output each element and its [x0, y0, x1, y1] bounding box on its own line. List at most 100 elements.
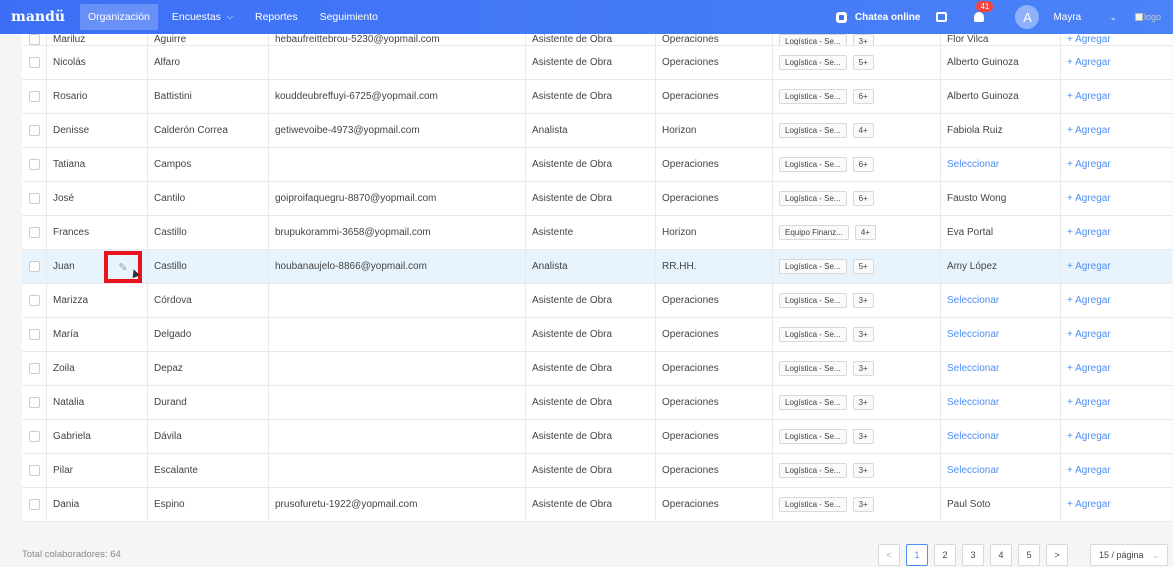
- add-button[interactable]: + Agregar: [1061, 182, 1172, 215]
- team-tag[interactable]: Logística - Se...: [779, 293, 847, 308]
- table-row[interactable]: Mariluz Aguirre hebaufreittebrou-5230@yopm…: [22, 34, 1172, 46]
- nav-organizacion[interactable]: Organización: [80, 4, 158, 30]
- table-row[interactable]: Zoila Depaz Asistente de Obra Operaciones Lo…: [22, 352, 1172, 386]
- more-teams-badge[interactable]: 3+: [852, 497, 874, 512]
- team-tag[interactable]: Logística - Se...: [779, 327, 847, 342]
- row-checkbox[interactable]: [28, 227, 40, 238]
- prev-page-button[interactable]: <: [878, 544, 900, 566]
- edit-name-button[interactable]: ✎: [104, 251, 142, 283]
- leader[interactable]: Seleccionar: [941, 386, 1061, 419]
- row-checkbox[interactable]: [28, 159, 40, 170]
- table-row[interactable]: Marizza Córdova Asistente de Obra Operacion…: [22, 284, 1172, 318]
- team-tag[interactable]: Logística - Se...: [779, 157, 847, 172]
- page-button-3[interactable]: 3: [962, 544, 984, 566]
- more-teams-badge[interactable]: 4+: [854, 225, 876, 240]
- team-tag[interactable]: Logística - Se...: [779, 123, 847, 138]
- app-logo[interactable]: mandü: [0, 9, 80, 25]
- chevron-down-icon[interactable]: ⌄: [1109, 12, 1117, 23]
- notifications-button[interactable]: 41: [973, 1, 994, 23]
- leader[interactable]: Seleccionar: [941, 352, 1061, 385]
- row-checkbox[interactable]: [28, 193, 40, 204]
- gift-icon[interactable]: [936, 12, 948, 22]
- table-row[interactable]: María Delgado Asistente de Obra Operaciones…: [22, 318, 1172, 352]
- more-teams-badge[interactable]: 3+: [852, 395, 874, 410]
- team-tag[interactable]: Logística - Se...: [779, 89, 847, 104]
- next-page-button[interactable]: >: [1046, 544, 1068, 566]
- row-checkbox[interactable]: [28, 125, 40, 136]
- leader[interactable]: Seleccionar: [941, 454, 1061, 487]
- row-checkbox[interactable]: [28, 34, 40, 45]
- table-row[interactable]: Natalia Durand Asistente de Obra Operacione…: [22, 386, 1172, 420]
- nav-reportes[interactable]: Reportes: [247, 4, 306, 30]
- leader[interactable]: Seleccionar: [941, 148, 1061, 181]
- row-checkbox[interactable]: [28, 397, 40, 408]
- add-button[interactable]: + Agregar: [1061, 34, 1172, 45]
- table-row[interactable]: Rosario Battistini kouddeubreffuyi-6725@yo…: [22, 80, 1172, 114]
- page-button-4[interactable]: 4: [990, 544, 1012, 566]
- more-teams-badge[interactable]: 6+: [852, 191, 874, 206]
- more-teams-badge[interactable]: 6+: [852, 157, 874, 172]
- team-tag[interactable]: Logística - Se...: [779, 463, 847, 478]
- table-row[interactable]: Gabriela Dávila Asistente de Obra Operacion…: [22, 420, 1172, 454]
- more-teams-badge[interactable]: 3+: [852, 293, 874, 308]
- team-tag[interactable]: Logística - Se...: [779, 395, 847, 410]
- add-button[interactable]: + Agregar: [1061, 488, 1172, 521]
- more-teams-badge[interactable]: 6+: [852, 89, 874, 104]
- chat-online-button[interactable]: Chatea online: [835, 11, 920, 23]
- add-button[interactable]: + Agregar: [1061, 148, 1172, 181]
- more-teams-badge[interactable]: 3+: [852, 327, 874, 342]
- table-row[interactable]: Denisse Calderón Correa getiwevoibe-4973@y…: [22, 114, 1172, 148]
- row-checkbox[interactable]: [28, 499, 40, 510]
- team-tag[interactable]: Logística - Se...: [779, 361, 847, 376]
- add-button[interactable]: + Agregar: [1061, 454, 1172, 487]
- add-button[interactable]: + Agregar: [1061, 250, 1172, 283]
- table-row[interactable]: Juan Castillo houbanaujelo-8866@yopmail.co…: [22, 250, 1172, 284]
- table-row[interactable]: José Cantilo goiproifaquegru-8870@yopmail.…: [22, 182, 1172, 216]
- table-row[interactable]: Nicolás Alfaro Asistente de Obra Operacione…: [22, 46, 1172, 80]
- user-name[interactable]: Mayra: [1053, 12, 1109, 23]
- add-button[interactable]: + Agregar: [1061, 386, 1172, 419]
- row-checkbox[interactable]: [28, 329, 40, 340]
- add-button[interactable]: + Agregar: [1061, 420, 1172, 453]
- add-button[interactable]: + Agregar: [1061, 352, 1172, 385]
- team-tag[interactable]: Equipo Finanz...: [779, 225, 849, 240]
- add-button[interactable]: + Agregar: [1061, 80, 1172, 113]
- row-checkbox[interactable]: [28, 431, 40, 442]
- nav-seguimiento[interactable]: Seguimiento: [312, 4, 386, 30]
- add-button[interactable]: + Agregar: [1061, 318, 1172, 351]
- row-checkbox[interactable]: [28, 295, 40, 306]
- team-tag[interactable]: Logística - Se...: [779, 34, 847, 45]
- row-checkbox[interactable]: [28, 465, 40, 476]
- more-teams-badge[interactable]: 3+: [852, 361, 874, 376]
- team-tag[interactable]: Logística - Se...: [779, 191, 847, 206]
- leader[interactable]: Seleccionar: [941, 420, 1061, 453]
- more-teams-badge[interactable]: 5+: [852, 259, 874, 274]
- leader[interactable]: Seleccionar: [941, 318, 1061, 351]
- more-teams-badge[interactable]: 3+: [852, 463, 874, 478]
- table-row[interactable]: Dania Espino prusofuretu-1922@yopmail.com A…: [22, 488, 1172, 522]
- more-teams-badge[interactable]: 5+: [852, 55, 874, 70]
- more-teams-badge[interactable]: 4+: [852, 123, 874, 138]
- more-teams-badge[interactable]: 3+: [852, 429, 874, 444]
- row-checkbox[interactable]: [28, 261, 40, 272]
- row-checkbox[interactable]: [28, 91, 40, 102]
- add-button[interactable]: + Agregar: [1061, 284, 1172, 317]
- add-button[interactable]: + Agregar: [1061, 114, 1172, 147]
- page-size-select[interactable]: 15 / página ⌄: [1090, 544, 1168, 566]
- row-checkbox[interactable]: [28, 57, 40, 68]
- leader[interactable]: Seleccionar: [941, 284, 1061, 317]
- nav-encuestas[interactable]: Encuestas ⌵: [164, 4, 241, 30]
- team-tag[interactable]: Logística - Se...: [779, 497, 847, 512]
- page-button-2[interactable]: 2: [934, 544, 956, 566]
- add-button[interactable]: + Agregar: [1061, 216, 1172, 249]
- more-teams-badge[interactable]: 3+: [852, 34, 874, 45]
- table-row[interactable]: Tatiana Campos Asistente de Obra Operacione…: [22, 148, 1172, 182]
- team-tag[interactable]: Logística - Se...: [779, 55, 847, 70]
- add-button[interactable]: + Agregar: [1061, 46, 1172, 79]
- page-button-5[interactable]: 5: [1018, 544, 1040, 566]
- team-tag[interactable]: Logística - Se...: [779, 259, 847, 274]
- row-checkbox[interactable]: [28, 363, 40, 374]
- team-tag[interactable]: Logística - Se...: [779, 429, 847, 444]
- table-row[interactable]: Frances Castillo brupukorammi-3658@yopmail…: [22, 216, 1172, 250]
- table-row[interactable]: Pilar Escalante Asistente de Obra Operacion…: [22, 454, 1172, 488]
